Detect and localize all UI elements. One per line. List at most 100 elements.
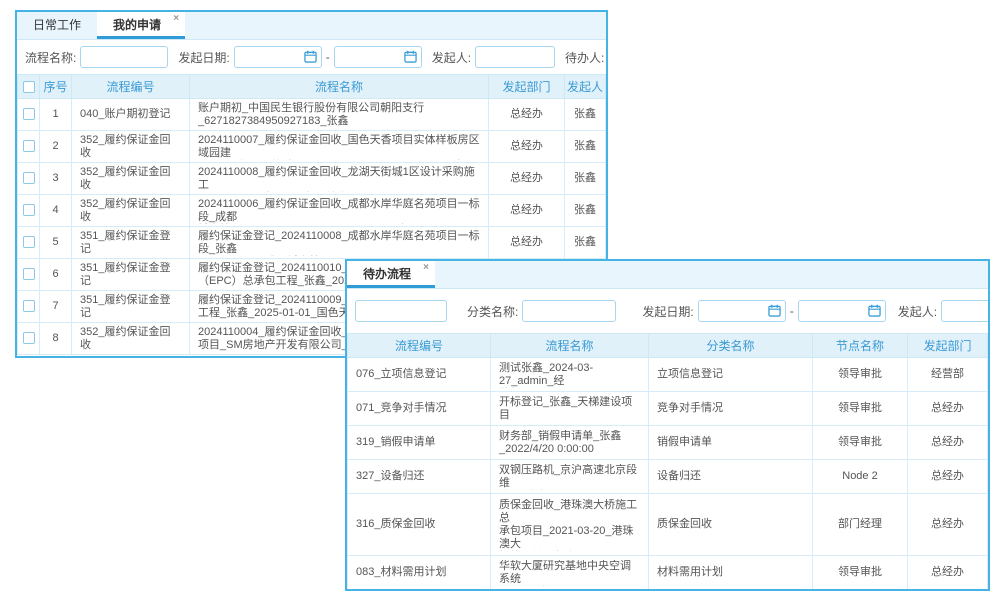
table-row[interactable]: 083_材料需用计划 华软大厦研究基地中央空调系统 工程_张鑫_2020-03-… — [348, 556, 988, 590]
dept-cell: 总经办 — [908, 494, 988, 556]
code-cell: 352_履约保证金回收 — [72, 323, 190, 355]
name-cell: 2024110006_履约保证金回收_成都水岸华庭名苑项目一标段_成都 城市管理… — [190, 195, 489, 227]
table-row[interactable]: 1 040_账户期初登记 账户期初_中国民生银行股份有限公司朝阳支行 _6271… — [18, 99, 606, 131]
assignee-label: 待办人: — [565, 49, 604, 66]
table-header-row: 流程编号 流程名称 分类名称 节点名称 发起部门 — [348, 334, 988, 358]
table-row[interactable]: 327_设备归还 双钢压路机_京沪高速北京段维 修_设备归还 设备归还 Node… — [348, 460, 988, 494]
start-date-label: 发起日期: — [642, 303, 693, 320]
code-cell: 071_竞争对手情况 — [348, 392, 491, 426]
code-cell: 351_履约保证金登记 — [72, 259, 190, 291]
date-from-field — [234, 46, 322, 68]
table-row[interactable]: 2 352_履约保证金回收 2024110007_履约保证金回收_国色天香项目实… — [18, 131, 606, 163]
dept-cell: 总经办 — [489, 195, 565, 227]
initiator-input[interactable] — [475, 46, 555, 68]
category-cell: 销假申请单 — [649, 426, 813, 460]
tab-my-applications[interactable]: 我的申请 × — [97, 12, 185, 39]
row-checkbox[interactable] — [23, 268, 35, 280]
process-name-label: 流程名称: — [25, 49, 76, 66]
name-cell: 2024110008_履约保证金回收_龙湖天街城1区设计采购施工 （EPC）总承… — [190, 163, 489, 195]
node-cell: 领导审批 — [813, 392, 908, 426]
tab-todo-flows[interactable]: 待办流程 × — [347, 261, 435, 288]
table-row[interactable]: 4 352_履约保证金回收 2024110006_履约保证金回收_成都水岸华庭名… — [18, 195, 606, 227]
tab-label: 我的申请 — [113, 18, 161, 32]
table-row[interactable]: 076_立项信息登记 测试张鑫_2024-03-27_admin_经 营部 立项… — [348, 358, 988, 392]
row-checkbox[interactable] — [23, 204, 35, 216]
table-row[interactable]: 316_质保金回收 质保金回收_港珠澳大桥施工总 承包项目_2021-03-20… — [348, 494, 988, 556]
seq-cell: 5 — [40, 227, 72, 259]
table-row[interactable]: 071_竞争对手情况 开标登记_张鑫_天梯建设项目 _2024-03-22 竞争… — [348, 392, 988, 426]
date-separator: - — [790, 304, 794, 318]
code-cell: 040_账户期初登记 — [72, 99, 190, 131]
dept-cell: 总经办 — [489, 99, 565, 131]
calendar-icon[interactable] — [868, 304, 881, 317]
table-row[interactable]: 5 351_履约保证金登记 履约保证金登记_2024110008_成都水岸华庭名… — [18, 227, 606, 259]
name-cell: 履约保证金登记_2024110008_成都水岸华庭名苑项目一标段_张鑫 _202… — [190, 227, 489, 259]
close-icon[interactable]: × — [423, 262, 429, 274]
filter-bar: 流程名称: 发起日期: - 发起人: 待办人: — [17, 40, 606, 74]
date-from-field — [698, 300, 786, 322]
dept-cell: 经营部 — [908, 358, 988, 392]
process-name-input[interactable] — [80, 46, 168, 68]
seq-cell: 1 — [40, 99, 72, 131]
dept-cell: 总经办 — [908, 460, 988, 494]
close-icon[interactable]: × — [173, 13, 179, 25]
table-row[interactable]: 319_销假申请单 财务部_销假申请单_张鑫 _2022/4/20 0:00:0… — [348, 426, 988, 460]
category-cell: 竞争对手情况 — [649, 392, 813, 426]
name-cell: 华软大厦研究基地中央空调系统 工程_张鑫_2020-03-19 — [491, 556, 649, 590]
date-to-field — [798, 300, 886, 322]
table-header-row: 序号 流程编号 流程名称 发起部门 发起人 — [18, 75, 606, 99]
date-separator: - — [326, 50, 330, 64]
seq-cell: 4 — [40, 195, 72, 227]
name-cell: 测试张鑫_2024-03-27_admin_经 营部 — [491, 358, 649, 392]
row-checkbox[interactable] — [23, 300, 35, 312]
tab-bar: 日常工作 我的申请 × — [17, 12, 606, 40]
initiator-cell: 张鑫 — [565, 131, 606, 163]
column-header-name: 流程名称 — [491, 334, 649, 358]
name-cell: 2024110007_履约保证金回收_国色天香项目实体样板房区域园建 工程_国色… — [190, 131, 489, 163]
dept-cell: 总经办 — [489, 163, 565, 195]
initiator-input[interactable] — [941, 300, 990, 322]
row-checkbox[interactable] — [23, 332, 35, 344]
calendar-icon[interactable] — [404, 50, 417, 63]
name-cell: 财务部_销假申请单_张鑫 _2022/4/20 0:00:00 — [491, 426, 649, 460]
dept-cell: 总经办 — [908, 426, 988, 460]
code-cell: 327_设备归还 — [348, 460, 491, 494]
calendar-icon[interactable] — [304, 50, 317, 63]
node-cell: 部门经理 — [813, 494, 908, 556]
row-checkbox[interactable] — [23, 172, 35, 184]
select-all-checkbox[interactable] — [23, 81, 35, 93]
column-header-code: 流程编号 — [348, 334, 491, 358]
dept-cell: 总经办 — [908, 556, 988, 590]
tab-label: 待办流程 — [363, 267, 411, 281]
flow-name-input[interactable] — [355, 300, 447, 322]
table-row[interactable]: 3 352_履约保证金回收 2024110008_履约保证金回收_龙湖天街城1区… — [18, 163, 606, 195]
tab-bar: 待办流程 × — [347, 261, 988, 289]
seq-cell: 7 — [40, 291, 72, 323]
column-header-node: 节点名称 — [813, 334, 908, 358]
column-header-name: 流程名称 — [190, 75, 489, 99]
category-name-label: 分类名称: — [467, 303, 518, 320]
initiator-cell: 张鑫 — [565, 163, 606, 195]
seq-cell: 8 — [40, 323, 72, 355]
row-checkbox[interactable] — [23, 108, 35, 120]
column-header-seq: 序号 — [40, 75, 72, 99]
category-name-input[interactable] — [522, 300, 616, 322]
row-checkbox[interactable] — [23, 140, 35, 152]
code-cell: 351_履约保证金登记 — [72, 291, 190, 323]
seq-cell: 6 — [40, 259, 72, 291]
date-to-field — [334, 46, 422, 68]
column-header-category: 分类名称 — [649, 334, 813, 358]
initiator-cell: 张鑫 — [565, 99, 606, 131]
row-checkbox[interactable] — [23, 236, 35, 248]
workspace: 日常工作 我的申请 × 流程名称: 发起日期: - 发起人: 待办人: — [0, 0, 1000, 600]
name-cell: 开标登记_张鑫_天梯建设项目 _2024-03-22 — [491, 392, 649, 426]
tab-daily-work[interactable]: 日常工作 — [17, 12, 97, 39]
code-cell: 352_履约保证金回收 — [72, 163, 190, 195]
calendar-icon[interactable] — [768, 304, 781, 317]
name-cell: 账户期初_中国民生银行股份有限公司朝阳支行 _62718273849509271… — [190, 99, 489, 131]
name-cell: 双钢压路机_京沪高速北京段维 修_设备归还 — [491, 460, 649, 494]
seq-cell: 2 — [40, 131, 72, 163]
filter-bar: 分类名称: 发起日期: - 发起人: — [347, 289, 988, 333]
category-cell: 材料需用计划 — [649, 556, 813, 590]
node-cell: 领导审批 — [813, 556, 908, 590]
